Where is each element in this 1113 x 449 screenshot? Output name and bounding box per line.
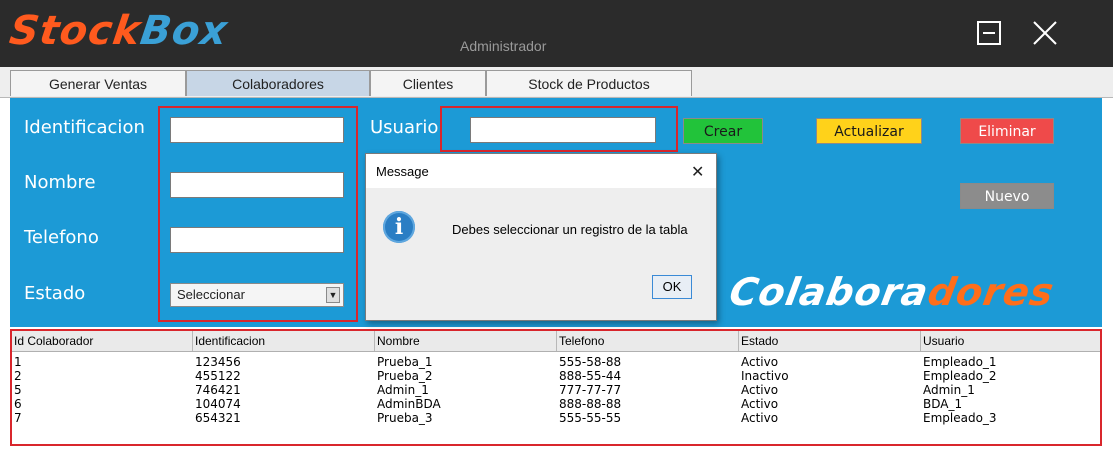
table-cell: 455122 (195, 369, 241, 383)
table-cell: 5 (14, 383, 22, 397)
column-header[interactable]: Nombre (375, 331, 557, 351)
ok-button[interactable]: OK (652, 275, 692, 299)
banner-part-white: Colabora (726, 270, 933, 314)
table-cell: Activo (741, 355, 779, 369)
table-cell: Activo (741, 411, 779, 425)
table-cell: 888-88-88 (559, 397, 622, 411)
tab-colaboradores[interactable]: Colaboradores (186, 70, 370, 96)
table-cell: Empleado_3 (923, 411, 997, 425)
telefono-field[interactable] (170, 227, 344, 253)
table-cell: Admin_1 (923, 383, 975, 397)
table-cell: Prueba_1 (377, 355, 433, 369)
table-cell: 777-77-77 (559, 383, 622, 397)
crear-button[interactable]: Crear (683, 118, 763, 144)
table-cell: 1 (14, 355, 22, 369)
nuevo-button[interactable]: Nuevo (960, 183, 1054, 209)
usuario-field[interactable] (470, 117, 656, 143)
table-cell: Prueba_3 (377, 411, 433, 425)
column-header[interactable]: Identificacion (193, 331, 375, 351)
nombre-field[interactable] (170, 172, 344, 198)
close-window-button[interactable] (1030, 18, 1060, 48)
table-cell: Prueba_2 (377, 369, 433, 383)
table-row[interactable]: 6 104074 AdminBDA 888-88-88 Activo BDA_1 (12, 397, 1100, 411)
dialog-header: Message ✕ (366, 154, 716, 188)
table-row[interactable]: 5 746421 Admin_1 777-77-77 Activo Admin_1 (12, 383, 1100, 397)
usuario-label: Usuario (370, 117, 439, 138)
table-row[interactable]: 1 123456 Prueba_1 555-58-88 Activo Empleado_1 (12, 355, 1100, 369)
table-cell: 555-58-88 (559, 355, 622, 369)
table-cell: BDA_1 (923, 397, 963, 411)
window-title: Administrador (460, 38, 547, 54)
column-header[interactable]: Usuario (921, 331, 1100, 351)
identificacion-field[interactable] (170, 117, 344, 143)
table-cell: Activo (741, 383, 779, 397)
chevron-down-icon: ▼ (326, 287, 340, 303)
table-cell: 654321 (195, 411, 241, 425)
table-cell: 2 (14, 369, 22, 383)
table-cell: AdminBDA (377, 397, 441, 411)
table-cell: Inactivo (741, 369, 789, 383)
estado-label: Estado (24, 283, 86, 304)
message-dialog: Message ✕ i Debes seleccionar un registr… (365, 153, 717, 321)
maximize-icon (977, 21, 1001, 45)
tab-clientes[interactable]: Clientes (370, 70, 486, 96)
title-bar: StockBox Administrador (0, 0, 1113, 67)
info-icon: i (383, 211, 415, 243)
tab-bar: Generar Ventas Colaboradores Clientes St… (0, 67, 1113, 98)
table-header: Id Colaborador Identificacion Nombre Tel… (12, 331, 1100, 352)
actualizar-button[interactable]: Actualizar (816, 118, 922, 144)
nombre-label: Nombre (24, 172, 96, 193)
identificacion-label: Identificacion (24, 117, 145, 138)
table-cell: 746421 (195, 383, 241, 397)
estado-select[interactable]: Seleccionar ▼ (170, 283, 344, 307)
table-cell: 7 (14, 411, 22, 425)
table-cell: 104074 (195, 397, 241, 411)
logo-part-stock: Stock (6, 8, 144, 54)
estado-select-value: Seleccionar (177, 287, 245, 302)
table-cell: Activo (741, 397, 779, 411)
column-header[interactable]: Telefono (557, 331, 739, 351)
telefono-label: Telefono (24, 227, 99, 248)
dialog-message: Debes seleccionar un registro de la tabl… (452, 222, 688, 237)
tab-generar-ventas[interactable]: Generar Ventas (10, 70, 186, 96)
dialog-title: Message (376, 164, 429, 179)
table-row[interactable]: 2 455122 Prueba_2 888-55-44 Inactivo Empleado… (12, 369, 1100, 383)
colaboradores-banner: Colaboradores (726, 270, 1058, 314)
eliminar-button[interactable]: Eliminar (960, 118, 1054, 144)
table-cell: 888-55-44 (559, 369, 622, 383)
colaboradores-table: Id Colaborador Identificacion Nombre Tel… (10, 329, 1102, 446)
maximize-button[interactable] (974, 18, 1004, 48)
dialog-body (366, 188, 716, 320)
column-header[interactable]: Id Colaborador (12, 331, 193, 351)
column-header[interactable]: Estado (739, 331, 921, 351)
table-cell: Admin_1 (377, 383, 429, 397)
banner-part-orange: dores (924, 270, 1058, 314)
close-icon (1033, 21, 1057, 45)
table-cell: 555-55-55 (559, 411, 622, 425)
table-cell: 123456 (195, 355, 241, 369)
table-row[interactable]: 7 654321 Prueba_3 555-55-55 Activo Empleado_3 (12, 411, 1100, 425)
table-cell: Empleado_1 (923, 355, 997, 369)
app-logo: StockBox (7, 8, 231, 54)
table-cell: 6 (14, 397, 22, 411)
logo-part-box: Box (137, 8, 231, 54)
table-cell: Empleado_2 (923, 369, 997, 383)
tab-stock-de-productos[interactable]: Stock de Productos (486, 70, 692, 96)
close-icon[interactable]: ✕ (691, 162, 704, 182)
